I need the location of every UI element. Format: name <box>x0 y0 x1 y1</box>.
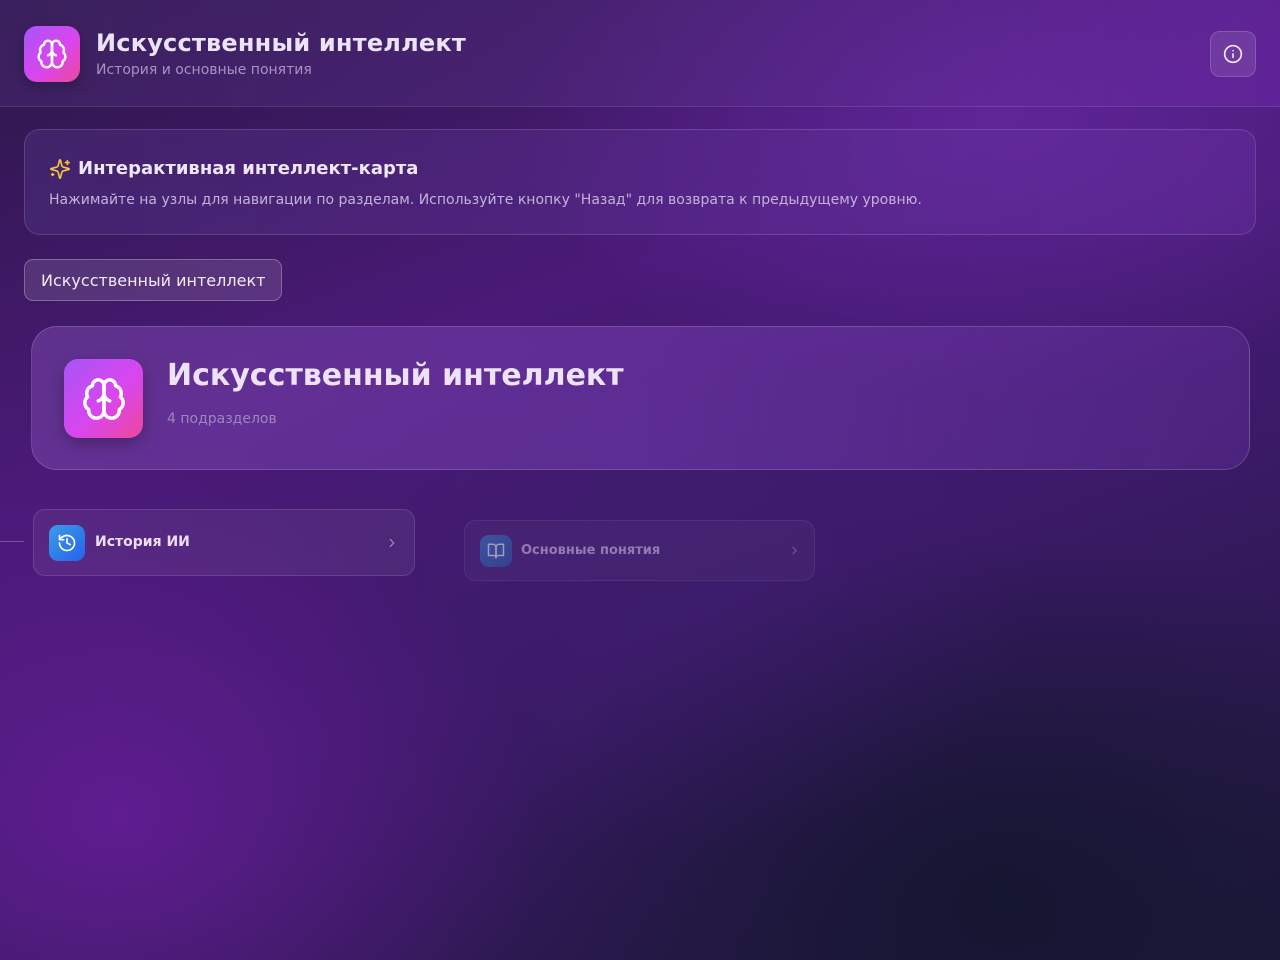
child-node-history[interactable]: История ИИ <box>33 509 415 576</box>
child-label: Основные понятия <box>521 543 661 558</box>
current-node-card: Искусственный интеллект 4 подразделов <box>31 326 1250 470</box>
breadcrumb-item-root[interactable]: Искусственный интеллект <box>24 259 282 301</box>
info-icon <box>1223 44 1243 64</box>
instructions-title: Интерактивная интеллект-карта <box>78 158 419 179</box>
app-logo <box>24 26 80 82</box>
chevron-right-icon <box>792 546 797 555</box>
node-subtitle: 4 подразделов <box>167 411 277 427</box>
child-icon <box>480 535 512 567</box>
connector-line <box>0 541 24 542</box>
book-open-icon <box>487 543 505 559</box>
child-label: История ИИ <box>95 534 190 550</box>
app-header: Искусственный интеллект История и основн… <box>0 0 1280 107</box>
chevron-right-icon <box>389 538 395 548</box>
child-icon <box>49 525 85 561</box>
brain-icon <box>37 39 67 69</box>
history-icon <box>58 534 76 552</box>
node-icon <box>64 359 143 438</box>
info-button[interactable] <box>1210 31 1256 77</box>
brain-icon <box>82 377 125 420</box>
app-subtitle: История и основные понятия <box>96 62 312 78</box>
child-node-basics[interactable]: Основные понятия <box>464 520 815 581</box>
instructions-text: Нажимайте на узлы для навигации по разде… <box>49 192 922 208</box>
sparkles-icon <box>50 159 70 179</box>
app-title: Искусственный интеллект <box>96 29 466 57</box>
instructions-card: Интерактивная интеллект-карта Нажимайте … <box>24 129 1256 235</box>
node-title: Искусственный интеллект <box>167 358 624 393</box>
